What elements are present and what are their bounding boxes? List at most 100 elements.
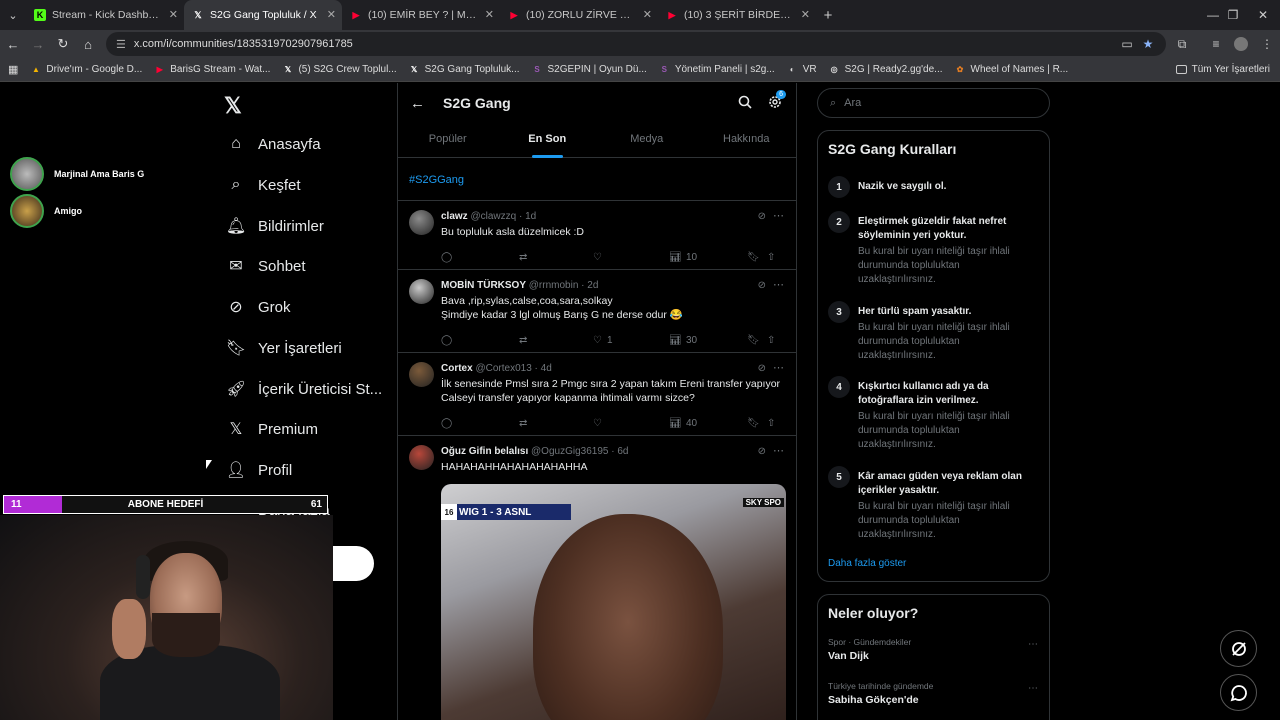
browser-tab[interactable]: ▶ (10) EMİR BEY ? | Madara Oldu ✕ — [342, 0, 500, 30]
avatar[interactable] — [409, 279, 434, 304]
like-icon[interactable]: ♡ — [593, 252, 602, 263]
share-icon[interactable]: ⇧ — [767, 335, 775, 346]
grok-explain-icon[interactable]: ⊘ — [758, 211, 766, 222]
nav-item-mail[interactable]: ✉ Sohbet — [226, 256, 305, 276]
bookmark-item[interactable]: ◎ S2G | Ready2.gg'de... — [829, 64, 943, 75]
feed-tab[interactable]: Hakkında — [697, 123, 797, 157]
bookmark-item[interactable]: ▶ BarisG Stream - Wat... — [154, 64, 271, 75]
retweet-icon[interactable]: ⇄ — [519, 418, 527, 429]
tweet-item[interactable]: Oğuz Gifin belalısı @OguzGig36195 · 6d ⊘ ⋯… — [398, 436, 796, 720]
cast-icon[interactable]: ▭ — [1116, 32, 1138, 56]
tab-close-icon[interactable]: ✕ — [643, 8, 652, 21]
views-icon[interactable]: 📊︎ — [669, 335, 682, 346]
bookmark-icon[interactable]: 🔖︎ — [747, 418, 760, 429]
share-icon[interactable]: ⇧ — [767, 418, 775, 429]
author-name[interactable]: Cortex — [441, 363, 473, 374]
tweet-item[interactable]: MOBİN TÜRKSOY @rrnmobin · 2d ⊘ ⋯ Bava ,rip,… — [398, 270, 796, 353]
tab-close-icon[interactable]: ✕ — [327, 8, 336, 21]
media-control-icon[interactable]: ≡ — [1205, 32, 1227, 56]
browser-tab[interactable]: ▶ (10) ZORLU ZİRVE MAÇLARI! Hı ✕ — [500, 0, 658, 30]
show-more-link[interactable]: Daha fazla göster — [828, 558, 906, 569]
author-name[interactable]: clawz — [441, 211, 468, 222]
reply-icon[interactable]: ◯ — [441, 252, 452, 263]
tweet-item[interactable]: Cortex @Cortex013 · 4d ⊘ ⋯ İlk senesinde Pm… — [398, 353, 796, 436]
trend-more-icon[interactable]: ⋯ — [1028, 639, 1038, 650]
bookmark-item[interactable]: S S2GEPIN | Oyun Dü... — [532, 64, 646, 75]
trend-item[interactable]: Spor · Gündemdekiler Van Dijk ⋯ — [828, 637, 1038, 662]
trend-more-icon[interactable]: ⋯ — [1028, 683, 1038, 694]
back-arrow-icon[interactable]: ← — [410, 95, 425, 112]
nav-item-home[interactable]: ⌂ Anasayfa — [226, 134, 320, 154]
grok-explain-icon[interactable]: ⊘ — [758, 446, 766, 457]
nav-item-rocket[interactable]: 🚀︎ İçerik Üreticisi St... — [226, 379, 382, 399]
browser-menu-icon[interactable]: ⋮ — [1256, 32, 1278, 56]
bookmark-item[interactable]: S Yönetim Paneli | s2g... — [659, 64, 775, 75]
extensions-icon[interactable]: ⧉ — [1171, 32, 1193, 56]
back-icon[interactable]: ← — [1, 32, 25, 56]
views-icon[interactable]: 📊︎ — [669, 418, 682, 429]
author-name[interactable]: MOBİN TÜRKSOY — [441, 280, 526, 291]
bookmark-item[interactable]: 𝕏 S2G Gang Topluluk... — [409, 64, 520, 75]
bookmark-item[interactable]: 𝕏 (5) S2G Crew Toplul... — [282, 64, 397, 75]
forward-icon[interactable]: → — [26, 32, 50, 56]
home-browser-icon[interactable]: ⌂ — [76, 32, 100, 56]
more-options-icon[interactable]: ⋯ — [773, 444, 784, 457]
nav-item-person[interactable]: 👤︎ Profil — [226, 460, 292, 480]
more-options-icon[interactable]: ⋯ — [773, 278, 784, 291]
grok-explain-icon[interactable]: ⊘ — [758, 280, 766, 291]
bookmark-icon[interactable]: 🔖︎ — [747, 335, 760, 346]
nav-item-x[interactable]: 𝕏 Premium — [226, 419, 318, 439]
like-icon[interactable]: ♡ — [593, 418, 602, 429]
more-options-icon[interactable]: ⋯ — [773, 209, 784, 222]
retweet-icon[interactable]: ⇄ — [519, 252, 527, 263]
reply-icon[interactable]: ◯ — [441, 335, 452, 346]
grok-fab-icon[interactable] — [1220, 630, 1257, 667]
bookmark-item[interactable]: ✿ Wheel of Names | R... — [955, 64, 1069, 75]
browser-tab[interactable]: K Stream - Kick Dashboard ✕ — [26, 0, 184, 30]
tweet-media[interactable]: 16 WIG 1 - 3 ASNL SKY SPO — [441, 484, 786, 720]
grok-explain-icon[interactable]: ⊘ — [758, 363, 766, 374]
bookmark-item[interactable]: ◐ VR — [787, 64, 817, 75]
restore-icon[interactable]: ❐ — [1216, 0, 1250, 30]
nav-item-bookmark[interactable]: 🔖︎ Yer İşaretleri — [226, 338, 342, 358]
browser-tab[interactable]: ▶ (10) 3 ŞERİT BİRDEN! Türkiye'd ✕ — [658, 0, 816, 30]
nav-item-grok[interactable]: ⊘ Grok — [226, 297, 290, 317]
feed-tab[interactable]: En Son — [498, 123, 598, 158]
search-icon[interactable] — [738, 95, 752, 114]
tab-close-icon[interactable]: ✕ — [169, 8, 178, 21]
feed-tab[interactable]: Popüler — [398, 123, 498, 157]
browser-tab[interactable]: 𝕏 S2G Gang Topluluk / X ✕ — [184, 0, 342, 30]
star-icon[interactable]: ★ — [1137, 32, 1159, 56]
apps-icon[interactable]: ▦ — [8, 63, 18, 76]
url-field[interactable]: ☰ x.com/i/communities/183531970290796178… — [106, 32, 1166, 56]
share-icon[interactable]: ⇧ — [767, 252, 775, 263]
nav-item-bell[interactable]: 🔔︎ Bildirimler — [226, 216, 324, 236]
search-input[interactable]: ⌕ Ara — [817, 88, 1050, 118]
nav-item-search[interactable]: ⌕ Keşfet — [226, 175, 301, 195]
profile-avatar[interactable] — [1230, 32, 1252, 56]
new-tab-button[interactable]: + — [816, 7, 840, 24]
like-icon[interactable]: ♡ — [593, 335, 602, 346]
avatar[interactable] — [409, 445, 434, 470]
bookmark-icon[interactable]: 🔖︎ — [747, 252, 760, 263]
avatar[interactable] — [409, 210, 434, 235]
bookmark-item[interactable]: ▲ Drive'ım - Google D... — [30, 64, 142, 75]
feed-tab[interactable]: Medya — [597, 123, 697, 157]
all-bookmarks-button[interactable]: Tüm Yer İşaretleri — [1175, 64, 1270, 75]
author-name[interactable]: Oğuz Gifin belalısı — [441, 446, 528, 457]
tab-search-icon[interactable]: ⌄ — [0, 0, 26, 30]
reply-icon[interactable]: ◯ — [441, 418, 452, 429]
close-window-icon[interactable]: ✕ — [1246, 0, 1280, 30]
tab-close-icon[interactable]: ✕ — [485, 8, 494, 21]
messages-fab-icon[interactable] — [1220, 674, 1257, 711]
reload-icon[interactable]: ↻ — [51, 32, 75, 56]
post-button-partial[interactable] — [333, 546, 374, 581]
site-info-icon[interactable]: ☰ — [116, 38, 126, 51]
more-options-icon[interactable]: ⋯ — [773, 361, 784, 374]
x-logo-icon[interactable]: 𝕏 — [224, 93, 242, 119]
community-hashtag[interactable]: #S2GGang — [398, 158, 796, 201]
avatar[interactable] — [409, 362, 434, 387]
views-icon[interactable]: 📊︎ — [669, 252, 682, 263]
tweet-item[interactable]: clawz @clawzzq · 1d ⊘ ⋯ Bu topluluk asla dü… — [398, 201, 796, 270]
tab-close-icon[interactable]: ✕ — [801, 8, 810, 21]
